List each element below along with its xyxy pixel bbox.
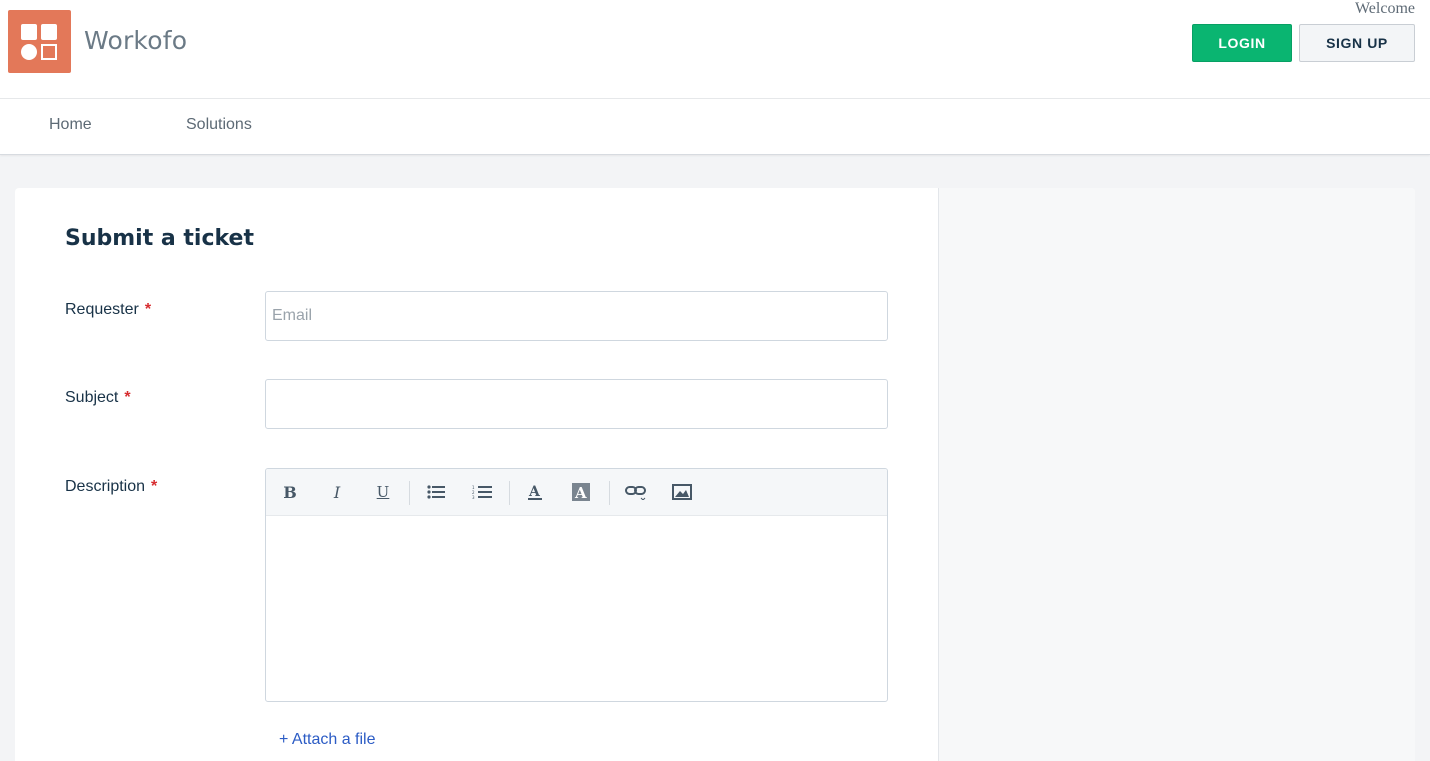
link-icon[interactable] <box>622 479 650 505</box>
sidebar-panel <box>938 188 1415 761</box>
subject-label-text: Subject <box>65 389 119 406</box>
background-color-icon[interactable]: A <box>567 479 595 505</box>
font-color-icon[interactable]: A <box>521 479 549 505</box>
image-icon[interactable] <box>668 479 696 505</box>
subject-input[interactable] <box>265 379 888 429</box>
main-nav: Home Solutions <box>0 99 1430 155</box>
top-header: Workofo Welcome LOGIN SIGN UP <box>0 0 1430 99</box>
requester-email-input[interactable] <box>265 291 888 341</box>
description-label: Description * <box>65 478 157 496</box>
description-editor: B I U 123 A A <box>265 468 888 702</box>
brand-name[interactable]: Workofo <box>84 26 187 55</box>
logo-icon[interactable] <box>8 10 71 73</box>
italic-icon[interactable]: I <box>323 479 351 505</box>
description-textarea[interactable] <box>266 516 887 701</box>
nav-item-solutions[interactable]: Solutions <box>186 116 252 134</box>
requester-label: Requester * <box>65 301 151 319</box>
required-marker: * <box>124 389 131 406</box>
login-button[interactable]: LOGIN <box>1192 24 1292 62</box>
page-title: Submit a ticket <box>65 226 254 251</box>
bulleted-list-icon[interactable] <box>422 479 450 505</box>
requester-label-text: Requester <box>65 301 139 318</box>
ticket-form-card: Submit a ticket Requester * Subject * Desc… <box>15 188 1415 761</box>
required-marker: * <box>144 301 152 318</box>
toolbar-divider <box>509 481 510 505</box>
numbered-list-icon[interactable]: 123 <box>468 479 496 505</box>
subject-label: Subject * <box>65 389 131 407</box>
signup-button[interactable]: SIGN UP <box>1299 24 1415 62</box>
svg-text:A: A <box>574 484 587 501</box>
toolbar-divider <box>609 481 610 505</box>
svg-text:A: A <box>528 484 541 500</box>
welcome-text: Welcome <box>1354 0 1415 17</box>
attach-file-link[interactable]: + Attach a file <box>279 731 376 749</box>
toolbar-divider <box>409 481 410 505</box>
nav-item-home[interactable]: Home <box>49 116 92 134</box>
svg-text:3: 3 <box>472 495 475 499</box>
description-label-text: Description <box>65 478 146 495</box>
bold-icon[interactable]: B <box>276 479 304 505</box>
editor-toolbar: B I U 123 A A <box>266 469 887 516</box>
required-marker: * <box>151 478 158 495</box>
underline-icon[interactable]: U <box>369 479 397 505</box>
